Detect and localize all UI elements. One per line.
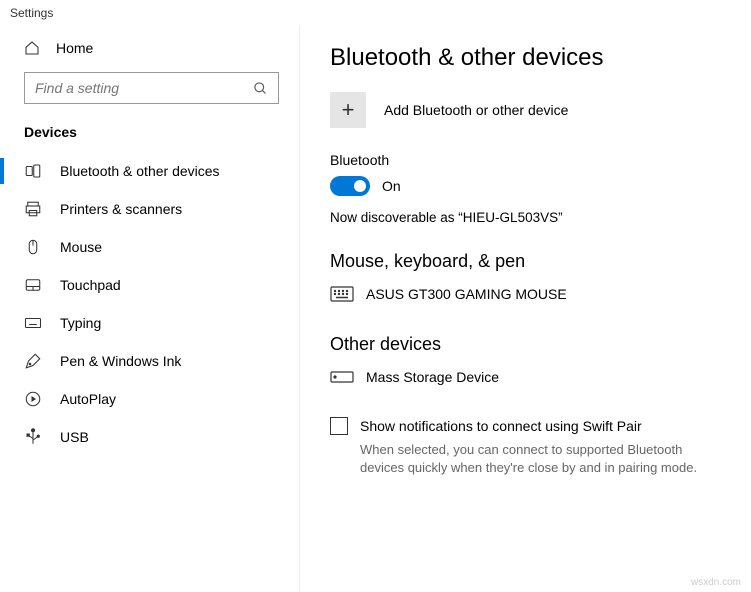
sidebar-heading: Devices	[0, 118, 299, 152]
main-content: Bluetooth & other devices + Add Bluetoot…	[300, 26, 751, 592]
device-name: ASUS GT300 GAMING MOUSE	[366, 286, 567, 302]
sidebar-item-mouse[interactable]: Mouse	[0, 228, 299, 266]
add-device-button[interactable]: + Add Bluetooth or other device	[330, 92, 721, 128]
sidebar-item-printers[interactable]: Printers & scanners	[0, 190, 299, 228]
page-title: Bluetooth & other devices	[330, 44, 721, 72]
toggle-knob	[354, 180, 366, 192]
device-row-mouse[interactable]: ASUS GT300 GAMING MOUSE	[330, 282, 721, 306]
bluetooth-devices-icon	[24, 162, 42, 180]
bluetooth-toggle[interactable]	[330, 176, 370, 196]
sidebar-item-label: Pen & Windows Ink	[60, 353, 181, 369]
other-devices-heading: Other devices	[330, 334, 721, 355]
sidebar-item-autoplay[interactable]: AutoPlay	[0, 380, 299, 418]
device-row-storage[interactable]: Mass Storage Device	[330, 365, 721, 389]
home-button[interactable]: Home	[0, 32, 299, 66]
sidebar-item-label: Mouse	[60, 239, 102, 255]
home-label: Home	[56, 40, 93, 56]
home-icon	[24, 40, 40, 56]
printer-icon	[24, 200, 42, 218]
keyboard-icon	[24, 314, 42, 332]
sidebar-item-label: Printers & scanners	[60, 201, 182, 217]
sidebar-item-label: Touchpad	[60, 277, 121, 293]
discoverable-text: Now discoverable as “HIEU-GL503VS”	[330, 210, 721, 225]
swift-pair-checkbox[interactable]: Show notifications to connect using Swif…	[330, 417, 721, 435]
window-title: Settings	[0, 0, 751, 26]
mouse-icon	[24, 238, 42, 256]
mouse-keyboard-heading: Mouse, keyboard, & pen	[330, 251, 721, 272]
sidebar-item-touchpad[interactable]: Touchpad	[0, 266, 299, 304]
swift-pair-label: Show notifications to connect using Swif…	[360, 418, 642, 434]
pen-icon	[24, 352, 42, 370]
search-input[interactable]	[35, 80, 253, 96]
sidebar-item-label: AutoPlay	[60, 391, 116, 407]
device-name: Mass Storage Device	[366, 369, 499, 385]
sidebar-item-pen[interactable]: Pen & Windows Ink	[0, 342, 299, 380]
bluetooth-label: Bluetooth	[330, 152, 721, 168]
sidebar-item-label: USB	[60, 429, 89, 445]
swift-pair-help: When selected, you can connect to suppor…	[330, 441, 721, 476]
sidebar-item-usb[interactable]: USB	[0, 418, 299, 456]
sidebar: Home Devices Bluetooth & other devices	[0, 26, 300, 592]
sidebar-item-typing[interactable]: Typing	[0, 304, 299, 342]
search-icon	[253, 81, 268, 96]
touchpad-icon	[24, 276, 42, 294]
usb-icon	[24, 428, 42, 446]
autoplay-icon	[24, 390, 42, 408]
bluetooth-state: On	[382, 178, 401, 194]
watermark: wsxdn.com	[691, 577, 741, 588]
keyboard-device-icon	[330, 286, 366, 302]
checkbox-box	[330, 417, 348, 435]
storage-device-icon	[330, 370, 366, 384]
sidebar-item-bluetooth[interactable]: Bluetooth & other devices	[0, 152, 299, 190]
search-input-container[interactable]	[24, 72, 279, 104]
sidebar-item-label: Bluetooth & other devices	[60, 163, 220, 179]
sidebar-item-label: Typing	[60, 315, 101, 331]
plus-icon: +	[330, 92, 366, 128]
add-device-label: Add Bluetooth or other device	[384, 102, 568, 118]
